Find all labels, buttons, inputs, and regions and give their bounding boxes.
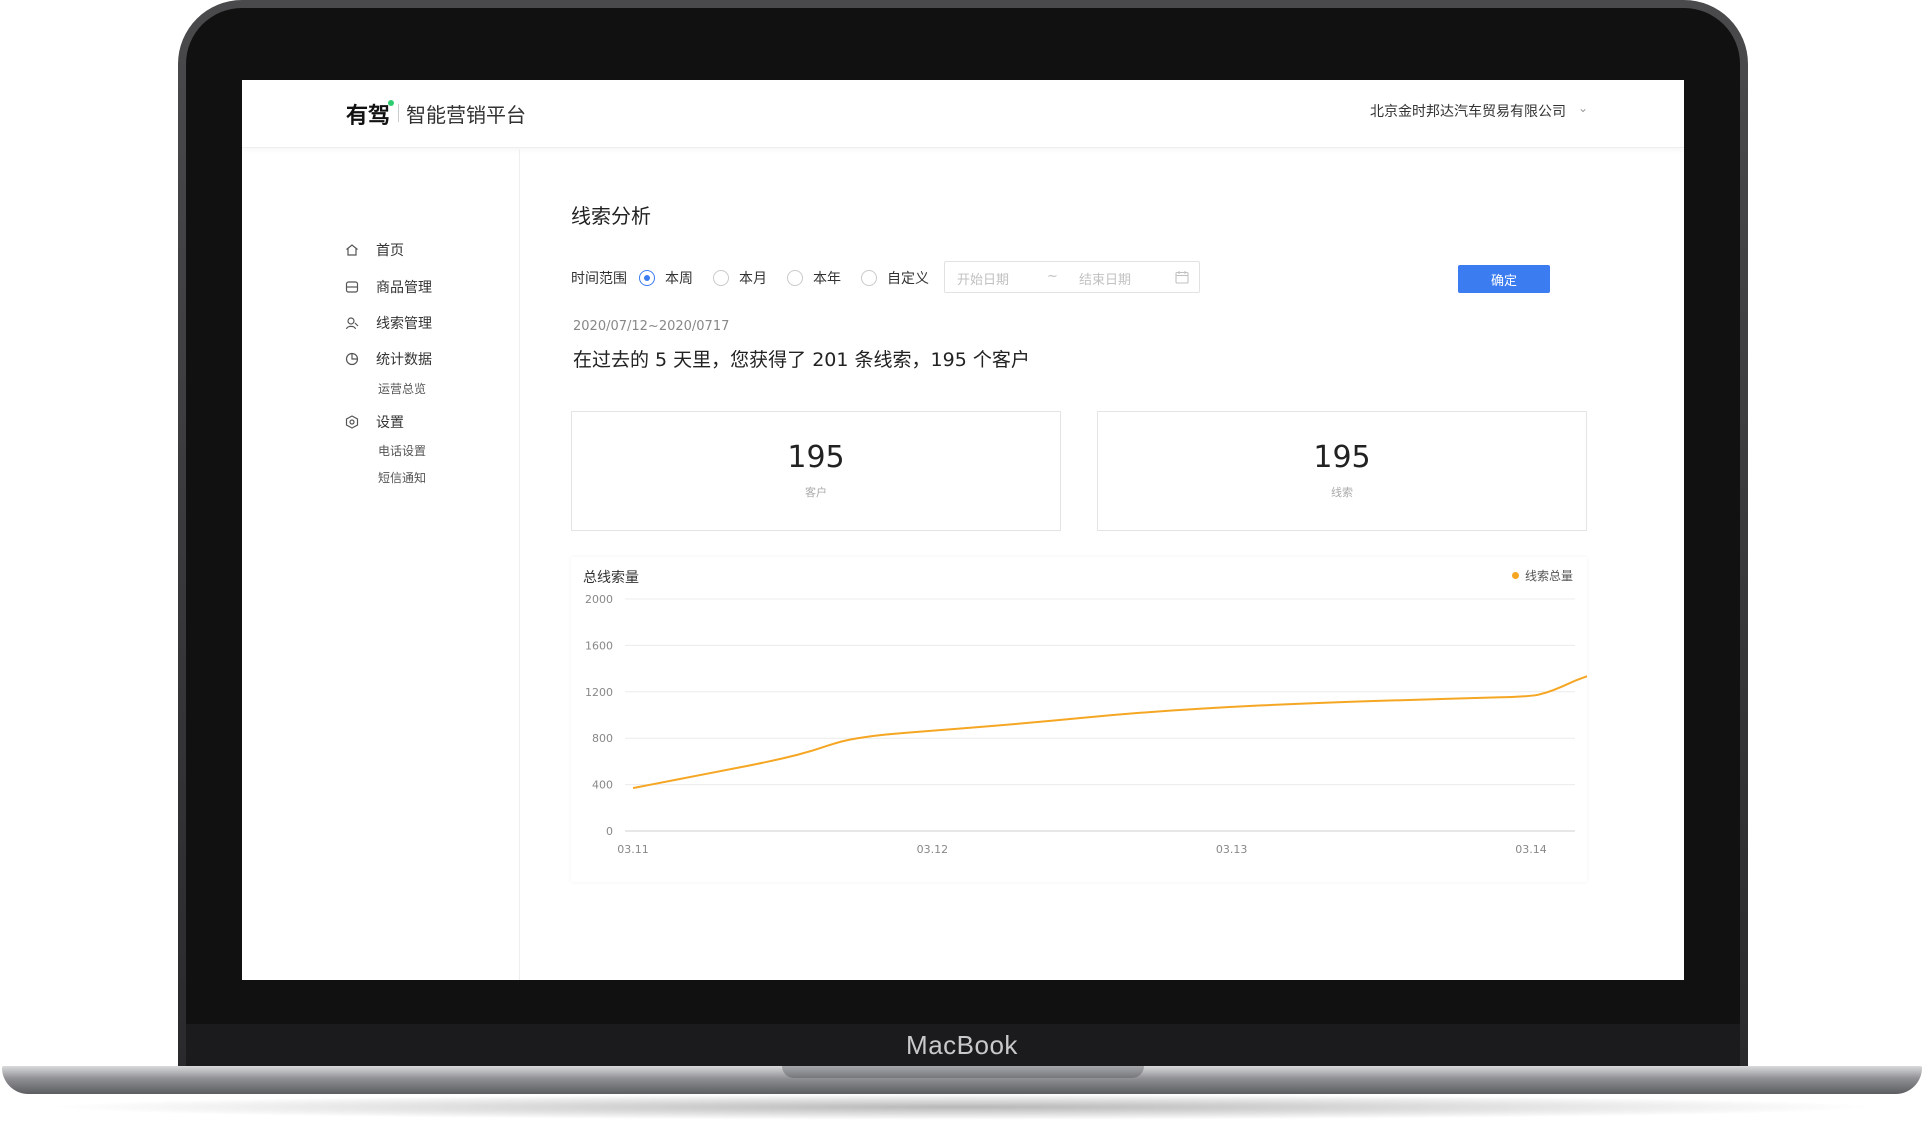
radio-unchecked-icon	[861, 270, 877, 286]
y-tick-label: 2000	[585, 593, 613, 606]
y-tick-label: 1600	[585, 639, 613, 652]
x-tick-label: 03.14	[1515, 843, 1547, 856]
logo-dot	[388, 100, 394, 106]
sidebar-subitem-phone-settings[interactable]: 电话设置	[378, 442, 426, 459]
laptop-base-notch	[782, 1066, 1144, 1078]
y-tick-label: 400	[592, 779, 613, 792]
legend-dot	[1511, 572, 1519, 579]
page-title: 线索分析	[571, 204, 651, 228]
lead-chart: 2000 1600 1200 800 400 0 03.11 03.12 03.13 03.14 …	[571, 557, 1587, 882]
date-range-picker[interactable]: 开始日期 ~ 结束日期	[944, 261, 1200, 293]
sidebar-item-label: 设置	[376, 415, 404, 431]
sidebar-item-products[interactable]: 商品管理	[344, 277, 432, 297]
sidebar-item-label: 统计数据	[376, 352, 432, 368]
stat-card-customers: 195 客户	[571, 411, 1061, 531]
user-icon	[344, 315, 360, 331]
radio-label: 本年	[813, 271, 841, 287]
company-selector[interactable]: 北京金时邦达汽车贸易有限公司	[1370, 101, 1566, 121]
sidebar-item-leads[interactable]: 线索管理	[344, 313, 432, 333]
radio-this-week[interactable]: 本周	[639, 268, 693, 288]
sidebar-item-home[interactable]: 首页	[344, 240, 404, 260]
radio-unchecked-icon	[787, 270, 803, 286]
summary-text: 在过去的 5 天里，您获得了 201 条线索，195 个客户	[573, 349, 1030, 371]
start-date-input[interactable]: 开始日期	[957, 269, 1009, 288]
pie-chart-icon	[344, 351, 360, 367]
box-icon	[344, 279, 360, 295]
stat-label: 线索	[1331, 486, 1353, 499]
y-tick-label: 0	[606, 825, 613, 838]
stat-value: 195	[1313, 440, 1371, 475]
main-content: 线索分析 时间范围 本周 本月 本年 自定义 开始日期 ~ 结束日期 确定 20…	[521, 149, 1684, 980]
sidebar-item-label: 首页	[376, 243, 404, 259]
laptop-shadow	[40, 1094, 1884, 1120]
time-range-filter: 时间范围 本周 本月 本年 自定义	[571, 263, 949, 293]
chart-legend: 线索总量	[1511, 567, 1573, 584]
stat-card-leads: 195 线索	[1097, 411, 1587, 531]
radio-unchecked-icon	[713, 270, 729, 286]
sidebar-item-statistics[interactable]: 统计数据	[344, 349, 432, 369]
calendar-icon[interactable]	[1175, 270, 1189, 284]
stat-value: 195	[787, 440, 845, 475]
radio-custom[interactable]: 自定义	[861, 268, 929, 288]
confirm-button[interactable]: 确定	[1458, 265, 1550, 293]
device-brand: MacBook	[906, 1030, 1018, 1060]
radio-label: 本月	[739, 271, 767, 287]
x-tick-label: 03.13	[1216, 843, 1248, 856]
radio-checked-icon	[639, 270, 655, 286]
filter-label: 时间范围	[571, 271, 627, 287]
app-title: 智能营销平台	[406, 103, 526, 127]
legend-label: 线索总量	[1524, 569, 1573, 583]
line-chart: 2000 1600 1200 800 400 0 03.11 03.12 03.13 03.14	[585, 593, 1587, 856]
sidebar-item-settings[interactable]: 设置	[344, 412, 404, 432]
end-date-input[interactable]: 结束日期	[1079, 269, 1131, 288]
logo-divider	[398, 104, 399, 122]
chart-title: 总线索量	[583, 570, 639, 586]
x-tick-label: 03.12	[917, 843, 949, 856]
home-icon	[344, 242, 360, 258]
sidebar-subitem-overview[interactable]: 运营总览	[378, 380, 426, 397]
y-tick-label: 800	[592, 732, 613, 745]
radio-this-year[interactable]: 本年	[787, 268, 841, 288]
date-range-text: 2020/07/12~2020/0717	[573, 319, 730, 334]
radio-label: 自定义	[887, 271, 929, 287]
date-separator: ~	[1047, 269, 1058, 284]
sidebar-item-label: 线索管理	[376, 316, 432, 332]
sidebar-subitem-sms-notice[interactable]: 短信通知	[378, 469, 426, 486]
y-tick-label: 1200	[585, 686, 613, 699]
logo[interactable]: 有驾	[346, 98, 390, 130]
screen: 有驾 智能营销平台 北京金时邦达汽车贸易有限公司 ⌄ 首页 商品管理 线索管理	[242, 80, 1684, 980]
sidebar: 首页 商品管理 线索管理 统计数据 运营总览 设置 电话设置 短信通知	[242, 149, 520, 980]
chevron-down-icon[interactable]: ⌄	[1578, 101, 1588, 115]
top-bar: 有驾 智能营销平台 北京金时邦达汽车贸易有限公司 ⌄	[242, 80, 1684, 148]
x-tick-label: 03.11	[617, 843, 649, 856]
gear-icon	[344, 414, 360, 430]
sidebar-item-label: 商品管理	[376, 280, 432, 296]
radio-label: 本周	[665, 271, 693, 287]
radio-this-month[interactable]: 本月	[713, 268, 767, 288]
stat-label: 客户	[805, 486, 827, 499]
